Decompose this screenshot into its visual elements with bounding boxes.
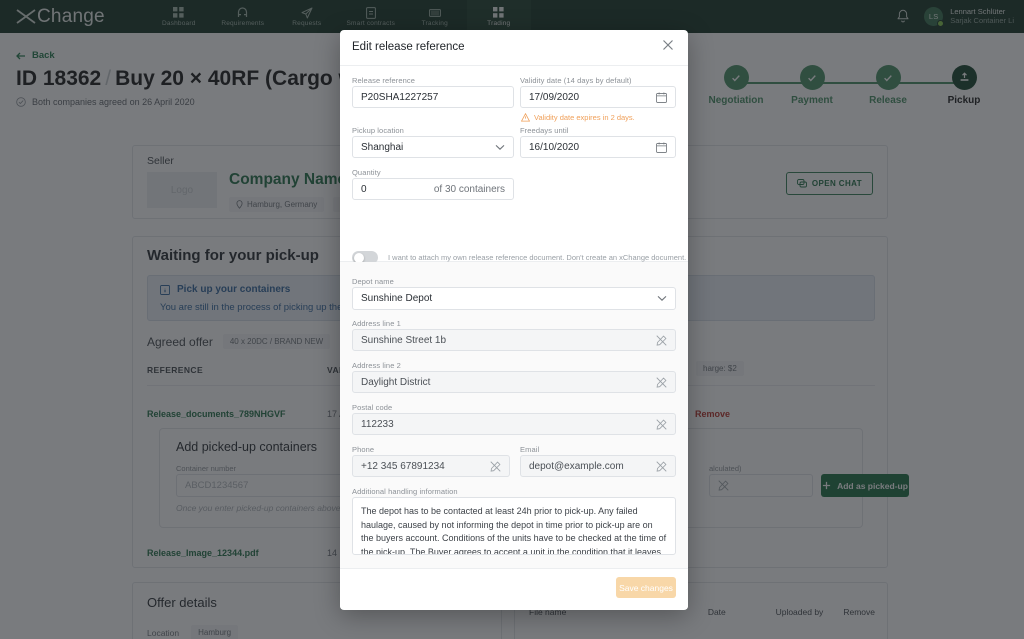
- pickup-location-select[interactable]: Shanghai: [352, 136, 514, 158]
- warning-triangle-icon: [521, 113, 530, 122]
- address-line-2-input[interactable]: Daylight District: [352, 371, 676, 393]
- attach-document-label: I want to attach my own release referenc…: [388, 253, 687, 262]
- edit-disabled-icon: [656, 418, 667, 430]
- depot-name-select[interactable]: Sunshine Depot: [352, 287, 676, 310]
- pickup-location-value: Shanghai: [361, 141, 404, 153]
- email-label: Email: [520, 445, 540, 454]
- modal-header: Edit release reference: [340, 30, 688, 66]
- phone-value: +12 345 67891234: [361, 460, 445, 472]
- close-icon[interactable]: [662, 39, 678, 55]
- calendar-icon[interactable]: [656, 92, 667, 103]
- modal-section-depot: Depot name Sunshine Depot Address line 1…: [340, 262, 688, 569]
- freedays-until-input[interactable]: 16/10/2020: [520, 136, 676, 158]
- depot-name-label: Depot name: [352, 277, 394, 286]
- address-line-1-label: Address line 1: [352, 319, 401, 328]
- validity-date-value: 17/09/2020: [529, 91, 580, 103]
- validity-date-label: Validity date (14 days by default): [520, 76, 632, 85]
- quantity-value: 0: [361, 183, 367, 195]
- validity-date-input[interactable]: 17/09/2020: [520, 86, 676, 108]
- toggle-knob: [353, 252, 364, 263]
- chevron-down-icon: [657, 295, 667, 302]
- modal-title: Edit release reference: [352, 41, 465, 53]
- email-value: depot@example.com: [529, 460, 624, 472]
- chevron-down-icon: [495, 144, 505, 151]
- postal-code-label: Postal code: [352, 403, 393, 412]
- quantity-label: Quantity: [352, 168, 381, 177]
- address-line-2-label: Address line 2: [352, 361, 401, 370]
- phone-label: Phone: [352, 445, 375, 454]
- freedays-until-label: Freedays until: [520, 126, 569, 135]
- edit-disabled-icon: [490, 460, 501, 472]
- release-reference-input[interactable]: P20SHA1227257: [352, 86, 514, 108]
- postal-code-value: 112233: [361, 418, 394, 430]
- edit-release-reference-modal: Edit release reference Release reference…: [340, 30, 688, 610]
- edit-disabled-icon: [656, 460, 667, 472]
- additional-handling-label: Additional handling information: [352, 487, 458, 496]
- pickup-location-label: Pickup location: [352, 126, 404, 135]
- postal-code-input[interactable]: 112233: [352, 413, 676, 435]
- modal-footer: Save changes: [340, 569, 688, 609]
- additional-handling-textarea[interactable]: The depot has to be contacted at least 2…: [352, 497, 676, 555]
- calendar-icon[interactable]: [656, 142, 667, 153]
- save-changes-button[interactable]: Save changes: [616, 577, 676, 598]
- depot-name-value: Sunshine Depot: [361, 293, 433, 304]
- release-reference-label: Release reference: [352, 76, 415, 85]
- edit-disabled-icon: [656, 334, 667, 346]
- validity-warning-text: Validity date expires in 2 days.: [534, 113, 635, 122]
- app-root: Change Dashboard Requirements Requests: [0, 0, 1024, 639]
- address-line-2-value: Daylight District: [361, 376, 431, 388]
- email-input[interactable]: depot@example.com: [520, 455, 676, 477]
- address-line-1-input[interactable]: Sunshine Street 1b: [352, 329, 676, 351]
- phone-input[interactable]: +12 345 67891234: [352, 455, 510, 477]
- quantity-suffix: of 30 containers: [433, 183, 505, 195]
- validity-warning: Validity date expires in 2 days.: [521, 113, 635, 122]
- modal-section-release: Release reference P20SHA1227257 Validity…: [340, 66, 688, 264]
- address-line-1-value: Sunshine Street 1b: [361, 334, 447, 346]
- quantity-input[interactable]: 0 of 30 containers: [352, 178, 514, 200]
- edit-disabled-icon: [656, 376, 667, 388]
- freedays-until-value: 16/10/2020: [529, 141, 580, 153]
